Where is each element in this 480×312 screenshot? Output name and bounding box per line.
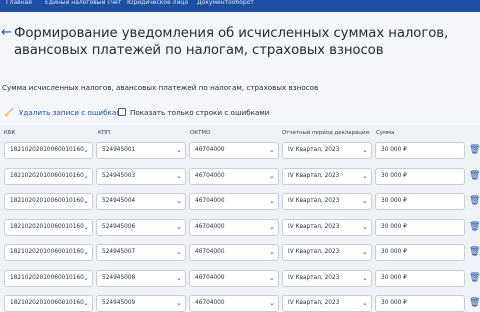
kpp-select[interactable]: 524945006 xyxy=(96,219,186,236)
chevron-down-icon[interactable]: ⌄ xyxy=(83,219,89,236)
trash-icon[interactable]: 🗑 xyxy=(469,296,480,311)
chevron-down-icon[interactable]: ⌄ xyxy=(269,193,275,210)
chevron-down-icon[interactable]: ⌄ xyxy=(362,244,368,261)
period-select[interactable]: IV Квартал, 2023 xyxy=(282,295,372,312)
chevron-down-icon[interactable]: ⌄ xyxy=(176,270,182,287)
kpp-select[interactable]: 524945003 xyxy=(96,168,186,185)
period-select[interactable]: IV Квартал, 2023 xyxy=(282,168,372,185)
sum-input[interactable]: 30 000 ₽ xyxy=(375,244,465,261)
kbk-select[interactable]: 18210202010060010160 xyxy=(4,295,93,312)
trash-icon[interactable]: 🗑 xyxy=(469,143,480,158)
chevron-down-icon[interactable]: ⌄ xyxy=(269,219,275,236)
nav-item-legal-entity[interactable]: Юридическое лицо xyxy=(127,0,188,6)
oktmo-select[interactable]: 46704000 xyxy=(189,142,279,159)
chevron-down-icon[interactable]: ⌄ xyxy=(176,295,182,312)
oktmo-select[interactable]: 46704000 xyxy=(189,244,279,261)
chevron-down-icon[interactable]: ⌄ xyxy=(176,193,182,210)
chevron-down-icon[interactable]: ⌄ xyxy=(83,295,89,312)
oktmo-select[interactable]: 46704000 xyxy=(189,295,279,312)
nav-item-single-tax-account[interactable]: Единый налоговый счет xyxy=(45,0,121,6)
period-select[interactable]: IV Квартал, 2023 xyxy=(282,270,372,287)
oktmo-select[interactable]: 46704000 xyxy=(189,168,279,185)
chevron-down-icon[interactable]: ⌄ xyxy=(269,168,275,185)
nav-item-home[interactable]: Главная xyxy=(6,0,32,6)
oktmo-select[interactable]: 46704000 xyxy=(189,270,279,287)
sum-input[interactable]: 30 000 ₽ xyxy=(375,193,465,210)
table-row: 18210202010060010160 ⌄ 524945009 ⌄ 46704000 ⌄… xyxy=(0,295,480,312)
top-navigation-bar: Главная Единый налоговый счет Юридическо… xyxy=(0,0,480,12)
table-toolbar: 🧹 Удалить записи с ошибками Показать толь… xyxy=(0,108,480,120)
table-row: 18210202010060010160 ⌄ 524945003 ⌄ 46704000 ⌄… xyxy=(0,168,480,185)
kbk-select[interactable]: 18210202010060010160 xyxy=(4,168,93,185)
chevron-down-icon[interactable]: ⌄ xyxy=(269,270,275,287)
period-select[interactable]: IV Квартал, 2023 xyxy=(282,193,372,210)
page-title: Формирование уведомления об исчисленных … xyxy=(14,26,449,58)
main-content: ← Формирование уведомления об исчисленны… xyxy=(0,12,480,312)
broom-icon: 🧹 xyxy=(4,108,14,117)
trash-icon[interactable]: 🗑 xyxy=(469,245,480,260)
header-period: Отчетный период декларации xyxy=(282,130,369,136)
table-row: 18210202010060010160 ⌄ 524945008 ⌄ 46704000 ⌄… xyxy=(0,270,480,287)
section-subtitle: Сумма исчисленных налогов, авансовых пла… xyxy=(2,83,319,92)
period-select[interactable]: IV Квартал, 2023 xyxy=(282,244,372,261)
kpp-select[interactable]: 524945001 xyxy=(96,142,186,159)
chevron-down-icon[interactable]: ⌄ xyxy=(362,295,368,312)
show-errors-only-checkbox[interactable]: Показать только строки с ошибками xyxy=(118,108,269,117)
nav-item-document-flow[interactable]: Документооборот xyxy=(197,0,254,6)
kbk-select[interactable]: 18210202010060010160 xyxy=(4,193,93,210)
kbk-select[interactable]: 18210202010060010160 xyxy=(4,244,93,261)
chevron-down-icon[interactable]: ⌄ xyxy=(269,142,275,159)
show-errors-only-label: Показать только строки с ошибками xyxy=(130,108,270,117)
period-select[interactable]: IV Квартал, 2023 xyxy=(282,142,372,159)
sum-input[interactable]: 30 000 ₽ xyxy=(375,270,465,287)
chevron-down-icon[interactable]: ⌄ xyxy=(176,142,182,159)
chevron-down-icon[interactable]: ⌄ xyxy=(362,168,368,185)
chevron-down-icon[interactable]: ⌄ xyxy=(362,142,368,159)
header-kpp: КПП xyxy=(98,130,110,136)
kpp-select[interactable]: 524945004 xyxy=(96,193,186,210)
sum-input[interactable]: 30 000 ₽ xyxy=(375,142,465,159)
table-row: 18210202010060010160 ⌄ 524945001 ⌄ 46704000 ⌄… xyxy=(0,142,480,159)
chevron-down-icon[interactable]: ⌄ xyxy=(362,219,368,236)
kbk-select[interactable]: 18210202010060010160 xyxy=(4,219,93,236)
kpp-select[interactable]: 524945007 xyxy=(96,244,186,261)
chevron-down-icon[interactable]: ⌄ xyxy=(83,168,89,185)
chevron-down-icon[interactable]: ⌄ xyxy=(362,193,368,210)
oktmo-select[interactable]: 46704000 xyxy=(189,219,279,236)
chevron-down-icon[interactable]: ⌄ xyxy=(83,193,89,210)
sum-input[interactable]: 30 000 ₽ xyxy=(375,168,465,185)
notification-table: КБК КПП ОКТМО Отчетный период декларации… xyxy=(0,125,480,312)
trash-icon[interactable]: 🗑 xyxy=(469,220,480,235)
period-select[interactable]: IV Квартал, 2023 xyxy=(282,219,372,236)
table-row: 18210202010060010160 ⌄ 524945007 ⌄ 46704000 ⌄… xyxy=(0,244,480,261)
header-kbk: КБК xyxy=(4,130,16,136)
header-sum: Сумма xyxy=(376,130,395,136)
kbk-select[interactable]: 18210202010060010160 xyxy=(4,142,93,159)
chevron-down-icon[interactable]: ⌄ xyxy=(83,270,89,287)
chevron-down-icon[interactable]: ⌄ xyxy=(176,168,182,185)
oktmo-select[interactable]: 46704000 xyxy=(189,193,279,210)
trash-icon[interactable]: 🗑 xyxy=(469,194,480,209)
chevron-down-icon[interactable]: ⌄ xyxy=(83,244,89,261)
delete-error-rows-label: Удалить записи с ошибками xyxy=(18,108,127,117)
chevron-down-icon[interactable]: ⌄ xyxy=(269,244,275,261)
kpp-select[interactable]: 524945009 xyxy=(96,295,186,312)
chevron-down-icon[interactable]: ⌄ xyxy=(176,219,182,236)
delete-error-rows-button[interactable]: 🧹 Удалить записи с ошибками xyxy=(4,108,126,117)
chevron-down-icon[interactable]: ⌄ xyxy=(362,270,368,287)
table-row: 18210202010060010160 ⌄ 524945006 ⌄ 46704000 ⌄… xyxy=(0,219,480,236)
arrow-left-icon[interactable]: ← xyxy=(1,26,12,39)
table-row: 18210202010060010160 ⌄ 524945004 ⌄ 46704000 ⌄… xyxy=(0,193,480,210)
chevron-down-icon[interactable]: ⌄ xyxy=(269,295,275,312)
sum-input[interactable]: 30 000 ₽ xyxy=(375,219,465,236)
header-oktmo: ОКТМО xyxy=(190,130,211,136)
kbk-select[interactable]: 18210202010060010160 xyxy=(4,270,93,287)
trash-icon[interactable]: 🗑 xyxy=(469,169,480,184)
chevron-down-icon[interactable]: ⌄ xyxy=(83,142,89,159)
checkbox-box[interactable] xyxy=(118,108,126,116)
kpp-select[interactable]: 524945008 xyxy=(96,270,186,287)
sum-input[interactable]: 30 000 ₽ xyxy=(375,295,465,312)
trash-icon[interactable]: 🗑 xyxy=(469,271,480,286)
chevron-down-icon[interactable]: ⌄ xyxy=(176,244,182,261)
